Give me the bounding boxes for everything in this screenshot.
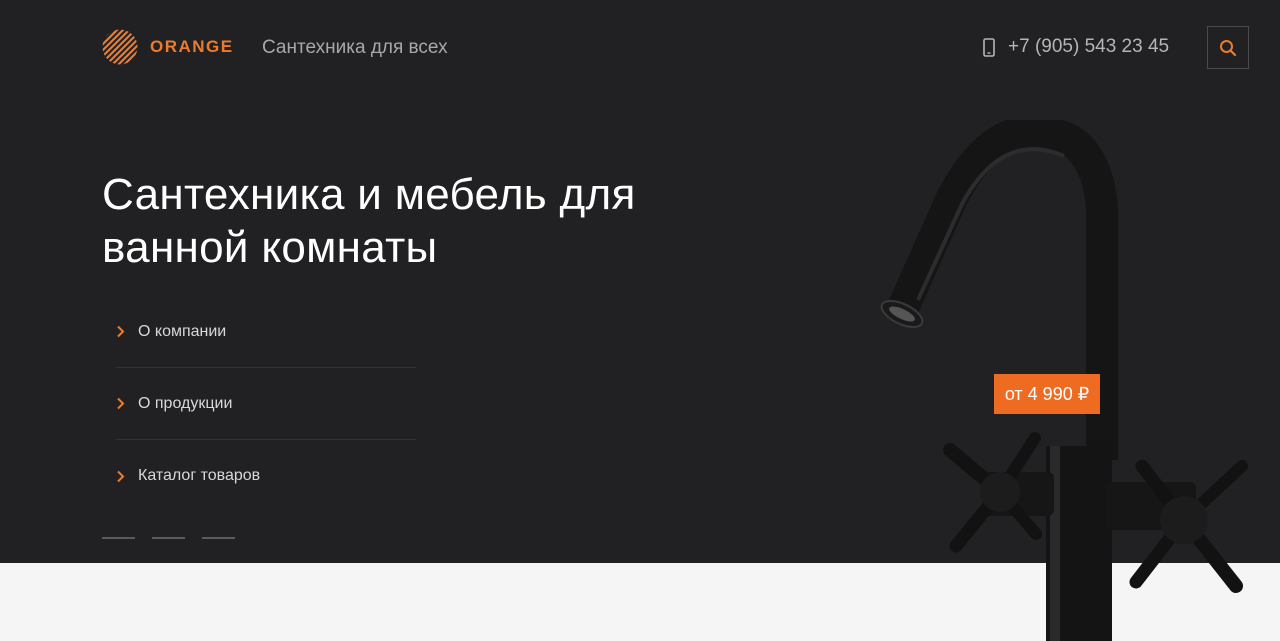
- menu-item-about-products[interactable]: О продукции: [116, 368, 416, 440]
- orange-stripes-logo-icon: [102, 29, 138, 65]
- menu-item-about-company[interactable]: О компании: [116, 296, 416, 368]
- phone-contact[interactable]: +7 (905) 543 23 45: [983, 36, 1169, 58]
- menu-item-label: О продукции: [138, 394, 233, 412]
- tagline: Сантехника для всех: [262, 37, 448, 58]
- slider-dot-1[interactable]: [102, 537, 135, 539]
- slider-dot-2[interactable]: [152, 537, 185, 539]
- hero-menu: О компании О продукции Каталог товаров: [116, 296, 416, 512]
- mobile-phone-icon: [983, 37, 995, 57]
- chevron-right-icon: [117, 470, 125, 482]
- slider-dot-3[interactable]: [202, 537, 235, 539]
- search-button[interactable]: [1207, 26, 1249, 69]
- phone-number[interactable]: +7 (905) 543 23 45: [1008, 36, 1169, 58]
- menu-item-catalog[interactable]: Каталог товаров: [116, 440, 416, 512]
- slider-pagination: [102, 537, 252, 539]
- search-icon: [1220, 39, 1237, 56]
- price-badge: от 4 990 ₽: [994, 374, 1100, 414]
- logo[interactable]: ORANGE: [102, 29, 234, 65]
- menu-item-label: О компании: [138, 322, 227, 340]
- hero-title: Сантехника и мебель для ванной комнаты: [102, 170, 636, 272]
- logo-text: ORANGE: [150, 37, 234, 56]
- chevron-right-icon: [117, 325, 125, 338]
- menu-item-label: Каталог товаров: [138, 467, 261, 484]
- chevron-right-icon: [117, 397, 125, 410]
